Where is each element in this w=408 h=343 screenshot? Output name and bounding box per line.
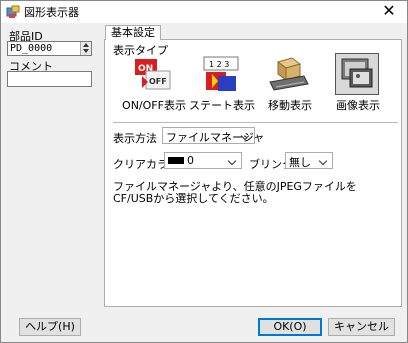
color-swatch bbox=[168, 157, 184, 164]
type-state-label: ステート表示 bbox=[189, 99, 255, 112]
part-id-spinner[interactable]: PD_0000 bbox=[7, 41, 92, 56]
chevron-down-icon[interactable] bbox=[318, 154, 330, 167]
move-icon bbox=[269, 57, 309, 91]
close-button[interactable]: ✕ bbox=[371, 1, 407, 23]
spinner-buttons[interactable] bbox=[80, 42, 91, 55]
tab-basic-settings[interactable]: 基本設定 bbox=[105, 25, 161, 40]
chevron-down-icon[interactable] bbox=[227, 154, 239, 167]
spin-down-icon[interactable] bbox=[83, 49, 89, 53]
title-bar: 図形表示器 ✕ bbox=[1, 1, 407, 23]
clear-color-select[interactable]: 0 bbox=[164, 152, 242, 169]
display-type-group: ON OFF ON/OFF表示 1 2 3 ステート表示 移動表示 画像表示 bbox=[121, 53, 391, 112]
type-image[interactable]: 画像表示 bbox=[325, 53, 391, 112]
type-move-label: 移動表示 bbox=[268, 99, 312, 112]
app-icon bbox=[6, 5, 20, 18]
type-move[interactable]: 移動表示 bbox=[257, 54, 323, 112]
spin-up-icon[interactable] bbox=[83, 43, 89, 47]
type-on-off[interactable]: ON OFF ON/OFF表示 bbox=[121, 54, 187, 112]
ok-button[interactable]: OK(O) bbox=[258, 318, 322, 336]
help-button[interactable]: ヘルプ(H) bbox=[19, 318, 81, 336]
on-off-icon: ON OFF bbox=[135, 59, 171, 90]
type-state[interactable]: 1 2 3 ステート表示 bbox=[189, 54, 255, 112]
part-id-value: PD_0000 bbox=[10, 43, 53, 54]
cancel-button[interactable]: キャンセル bbox=[328, 318, 395, 336]
blink-select[interactable]: 無し bbox=[285, 152, 333, 169]
display-method-label: 表示方法 bbox=[113, 132, 157, 145]
state-icon: 1 2 3 bbox=[203, 56, 239, 91]
comment-input[interactable] bbox=[7, 71, 92, 87]
chevron-down-icon[interactable] bbox=[240, 129, 252, 142]
display-method-select[interactable]: ファイルマネージャ bbox=[162, 127, 264, 144]
clear-color-value: 0 bbox=[187, 154, 194, 167]
section-divider bbox=[113, 122, 398, 123]
dialog-window: 図形表示器 ✕ 部品ID PD_0000 コメント 基本設定 表示タイプ ON … bbox=[0, 0, 408, 343]
window-title: 図形表示器 bbox=[24, 6, 79, 19]
blink-value: 無し bbox=[289, 156, 311, 169]
type-on-off-label: ON/OFF表示 bbox=[122, 99, 186, 112]
info-note: ファイルマネージャより、任意のJPEGファイルをCF/USBから選択してください… bbox=[113, 180, 357, 205]
type-image-label: 画像表示 bbox=[336, 99, 380, 112]
svg-text:OFF: OFF bbox=[149, 77, 167, 86]
image-icon bbox=[341, 58, 373, 88]
svg-text:1 2 3: 1 2 3 bbox=[209, 60, 229, 69]
